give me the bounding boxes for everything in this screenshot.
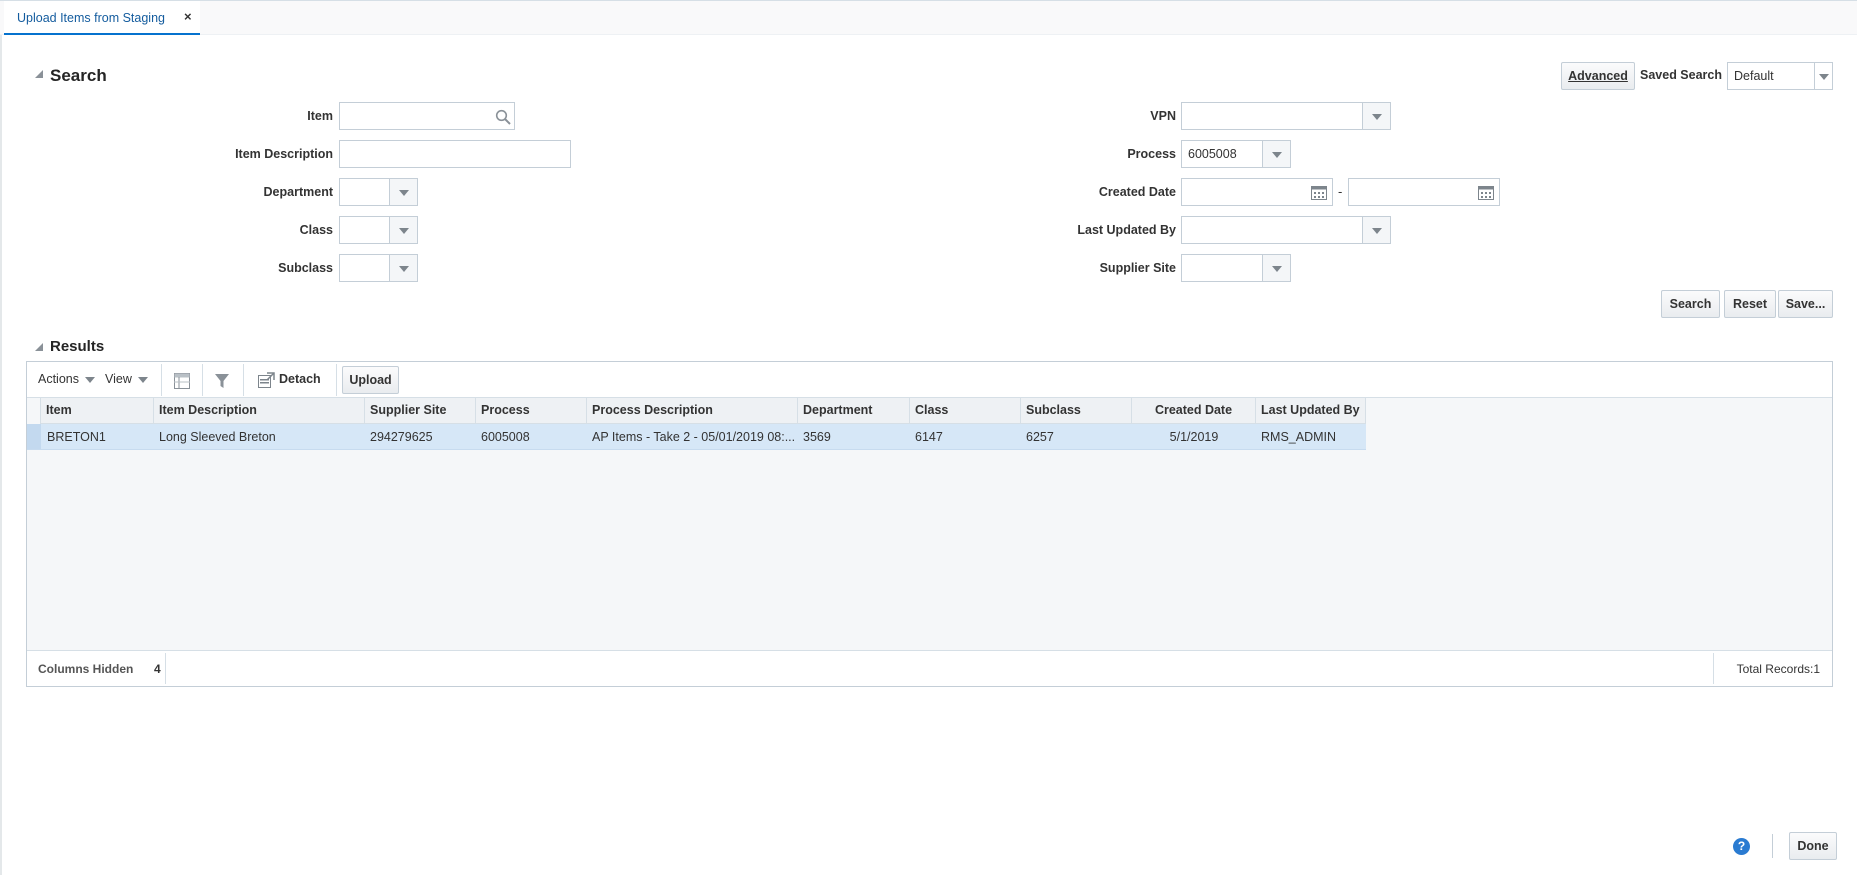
left-edge-divider <box>0 35 2 875</box>
tab-bar: Upload Items from Staging × <box>0 0 1857 35</box>
last-updated-by-select[interactable] <box>1181 216 1391 244</box>
item-description-input[interactable] <box>339 140 571 168</box>
detach-button[interactable]: Detach <box>279 372 321 386</box>
actions-menu[interactable]: Actions <box>38 372 95 386</box>
department-select[interactable] <box>339 178 418 206</box>
column-header-last-updated-by[interactable]: Last Updated By <box>1256 398 1366 424</box>
chevron-down-icon[interactable] <box>389 217 417 243</box>
vpn-label: VPN <box>1150 109 1176 123</box>
vpn-select[interactable] <box>1181 102 1391 130</box>
item-description-label: Item Description <box>235 147 333 161</box>
collapse-search-icon[interactable] <box>34 68 44 78</box>
chevron-down-icon[interactable] <box>1362 103 1390 129</box>
chevron-down-icon[interactable] <box>1814 63 1832 89</box>
created-date-label: Created Date <box>1098 185 1176 199</box>
detach-icon[interactable] <box>258 372 275 389</box>
cell-process: 6005008 <box>481 430 530 444</box>
chevron-down-icon[interactable] <box>389 255 417 281</box>
table-row[interactable]: BRETON1 Long Sleeved Breton 294279625 60… <box>27 424 1366 450</box>
process-select[interactable]: 6005008 <box>1181 140 1291 168</box>
column-header-created-date[interactable]: Created Date <box>1132 398 1256 424</box>
results-table: Actions View Detach Upload Item Item Des… <box>26 361 1833 687</box>
upload-button[interactable]: Upload <box>342 366 399 394</box>
columns-hidden-label: Columns Hidden <box>38 662 134 676</box>
department-label: Department <box>263 185 333 199</box>
collapse-results-icon[interactable] <box>34 341 44 351</box>
columns-hidden-count[interactable]: 4 <box>154 662 161 676</box>
save-button[interactable]: Save... <box>1778 290 1833 318</box>
results-toolbar: Actions View Detach Upload <box>27 362 1832 398</box>
column-header-department[interactable]: Department <box>798 398 910 424</box>
results-section-title: Results <box>50 338 105 355</box>
cell-supplier-site: 294279625 <box>370 430 433 444</box>
search-button[interactable]: Search <box>1661 290 1720 318</box>
item-input[interactable] <box>339 102 515 130</box>
calendar-icon[interactable] <box>1311 185 1327 200</box>
search-section-title: Search <box>50 66 107 85</box>
cell-item: BRETON1 <box>47 430 106 444</box>
done-button[interactable]: Done <box>1789 832 1837 860</box>
results-footer: Columns Hidden 4 Total Records:1 <box>27 650 1832 686</box>
saved-search-select[interactable]: Default <box>1727 62 1833 90</box>
created-date-to-input[interactable] <box>1348 178 1500 206</box>
total-records: Total Records:1 <box>1736 662 1820 676</box>
saved-search-label: Saved Search <box>1640 68 1722 82</box>
tab-upload-items[interactable]: Upload Items from Staging × <box>4 1 200 35</box>
column-header-item-description[interactable]: Item Description <box>154 398 365 424</box>
class-select[interactable] <box>339 216 418 244</box>
reset-button[interactable]: Reset <box>1724 290 1776 318</box>
column-header-subclass[interactable]: Subclass <box>1021 398 1132 424</box>
column-header-process[interactable]: Process <box>476 398 587 424</box>
item-label: Item <box>307 109 333 123</box>
chevron-down-icon[interactable] <box>1362 217 1390 243</box>
advanced-button[interactable]: Advanced <box>1561 62 1635 90</box>
column-header-process-description[interactable]: Process Description <box>587 398 798 424</box>
freeze-columns-icon[interactable] <box>174 373 190 389</box>
chevron-down-icon[interactable] <box>1262 141 1290 167</box>
close-icon[interactable]: × <box>184 9 192 24</box>
cell-class: 6147 <box>915 430 943 444</box>
results-grid: Item Item Description Supplier Site Proc… <box>27 398 1832 651</box>
calendar-icon[interactable] <box>1478 185 1494 200</box>
view-menu[interactable]: View <box>105 372 148 386</box>
cell-subclass: 6257 <box>1026 430 1054 444</box>
row-selector[interactable] <box>27 424 41 449</box>
class-label: Class <box>299 223 333 237</box>
cell-item-description: Long Sleeved Breton <box>159 430 276 444</box>
column-header-class[interactable]: Class <box>910 398 1021 424</box>
cell-created-date: 5/1/2019 <box>1169 430 1219 444</box>
subclass-label: Subclass <box>278 261 333 275</box>
cell-department: 3569 <box>803 430 831 444</box>
tab-label: Upload Items from Staging <box>17 11 165 25</box>
column-header-item[interactable]: Item <box>41 398 154 424</box>
help-icon[interactable]: ? <box>1733 838 1750 855</box>
chevron-down-icon[interactable] <box>1262 255 1290 281</box>
column-header-supplier-site[interactable]: Supplier Site <box>365 398 476 424</box>
supplier-site-select[interactable] <box>1181 254 1291 282</box>
search-icon[interactable] <box>495 109 511 125</box>
cell-last-updated-by: RMS_ADMIN <box>1261 430 1337 444</box>
chevron-down-icon[interactable] <box>389 179 417 205</box>
created-date-from-input[interactable] <box>1181 178 1333 206</box>
cell-process-description: AP Items - Take 2 - 05/01/2019 08:... <box>592 430 796 444</box>
filter-icon[interactable] <box>214 373 230 389</box>
supplier-site-label: Supplier Site <box>1099 261 1176 275</box>
subclass-select[interactable] <box>339 254 418 282</box>
date-range-separator: - <box>1338 184 1343 199</box>
last-updated-by-label: Last Updated By <box>1077 223 1176 237</box>
process-label: Process <box>1127 147 1176 161</box>
